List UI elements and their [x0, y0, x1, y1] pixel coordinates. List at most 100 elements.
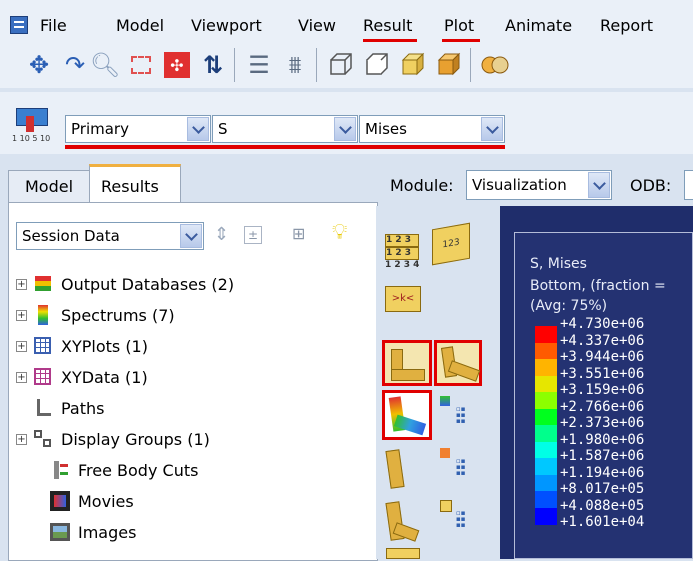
pan-icon[interactable]: ✥ — [24, 50, 54, 80]
legend-section-point: Bottom, (fraction = — [530, 278, 666, 294]
menu-report[interactable]: Report — [600, 16, 653, 35]
contour-options-icon[interactable]: ▫▪ ▪▪ ▪▪ — [438, 396, 478, 436]
plot-undeformed-button[interactable] — [382, 340, 432, 386]
arrow-symbol-icon[interactable]: >k< — [385, 286, 421, 312]
hidden-line-icon[interactable] — [362, 50, 392, 80]
menu-file-label: File — [40, 16, 67, 35]
tree-item-paths[interactable]: Paths — [16, 395, 104, 421]
plot-material-orientations-icon[interactable] — [384, 500, 420, 546]
tree-item-label: Output Databases (2) — [61, 274, 235, 294]
overlay-icon[interactable] — [480, 50, 510, 80]
legend-swatch — [535, 342, 557, 360]
plot-deformed-button[interactable] — [434, 340, 482, 386]
plot-contours-button[interactable] — [382, 390, 432, 440]
tree-item-label: Paths — [61, 398, 105, 418]
plot-symbols-icon[interactable] — [384, 448, 420, 492]
odb-select[interactable] — [684, 170, 693, 200]
toolbar-separator — [316, 48, 317, 82]
tab-results[interactable]: Results — [89, 164, 181, 203]
numbering-icon[interactable]: 1 2 3 1 2 3 1 2 3 4 — [385, 234, 421, 270]
session-data-select[interactable]: Session Data — [16, 222, 204, 250]
collapse-all-icon[interactable]: ± — [244, 226, 262, 244]
tree-item-output-databases[interactable]: + Output Databases (2) — [16, 271, 234, 297]
chevron-down-icon[interactable] — [187, 117, 209, 141]
legend-value: +4.088e+05 — [560, 497, 645, 514]
tree-item-label: Images — [78, 522, 137, 542]
menu-model[interactable]: Model — [116, 16, 164, 35]
orientation-options-icon[interactable]: ▫▪ ▪▪ ▪▪ — [438, 500, 478, 540]
chevron-down-icon[interactable] — [334, 117, 356, 141]
tree-item-label: Free Body Cuts — [78, 460, 199, 480]
filter-icon[interactable]: ⊞ — [292, 224, 305, 243]
menu-viewport[interactable]: Viewport — [191, 16, 262, 35]
tab-model[interactable]: Model — [8, 170, 90, 202]
menu-file[interactable]: File — [40, 16, 67, 35]
legend-swatch — [535, 375, 557, 393]
paths-icon — [33, 398, 53, 418]
legend-swatch — [535, 441, 557, 459]
parallel-icon[interactable]: ☰ — [244, 50, 274, 80]
expand-icon[interactable]: + — [16, 278, 27, 290]
variable-select[interactable]: S — [212, 115, 358, 143]
tree-item-label: Spectrums (7) — [61, 305, 175, 325]
legend-value: +3.944e+06 — [560, 349, 645, 365]
rotate-icon[interactable]: ↷ — [60, 50, 90, 80]
legend-value: +1.601e+04 — [560, 514, 645, 530]
expand-icon[interactable]: + — [16, 371, 27, 383]
box-zoom-icon[interactable] — [126, 50, 156, 80]
cycle-views-icon[interactable]: ⇅ — [198, 50, 228, 80]
legend-swatch — [535, 425, 557, 442]
menu-report-label: Report — [600, 16, 654, 35]
tree-item-xydata[interactable]: + XYData (1) — [16, 364, 148, 390]
wireframe-icon[interactable] — [326, 50, 356, 80]
tree-item-xyplots[interactable]: + XYPlots (1) — [16, 333, 148, 359]
tree-item-movies[interactable]: Movies — [16, 488, 134, 514]
module-select[interactable]: Visualization — [466, 170, 612, 200]
tree-item-spectrums[interactable]: + Spectrums (7) — [16, 302, 175, 328]
menu-result[interactable]: Result — [363, 16, 412, 35]
tab-results-label: Results — [101, 177, 159, 196]
menu-view[interactable]: View — [298, 16, 336, 35]
chevron-down-icon[interactable] — [481, 117, 503, 141]
step-select-value: Primary — [71, 120, 129, 138]
toolbar-separator — [470, 48, 471, 82]
display-groups-icon — [33, 429, 53, 449]
expand-icon[interactable]: + — [16, 309, 27, 321]
output-databases-icon — [33, 274, 53, 294]
expand-icon[interactable]: + — [16, 433, 27, 445]
component-select[interactable]: Mises — [359, 115, 505, 143]
perspective-icon[interactable]: ⩩ — [280, 50, 310, 80]
menu-plot[interactable]: Plot — [444, 16, 474, 35]
tree-item-label: Display Groups (1) — [61, 429, 210, 449]
module-label: Module: — [390, 176, 454, 195]
numbering-3d-icon[interactable]: 123 — [432, 222, 470, 266]
more-tools-icon[interactable] — [386, 548, 420, 559]
menu-model-label: Model — [116, 16, 165, 35]
menu-plot-label: Plot — [444, 16, 475, 35]
tree-item-label: XYData (1) — [61, 367, 148, 387]
shaded-icon[interactable] — [434, 50, 464, 80]
chevron-down-icon[interactable] — [180, 224, 202, 248]
menu-animate[interactable]: Animate — [505, 16, 572, 35]
legend-value: +2.373e+06 — [560, 415, 645, 431]
legend-swatch — [535, 507, 557, 525]
xydata-icon — [33, 367, 53, 387]
tree-item-label: XYPlots (1) — [61, 336, 148, 356]
tree-item-display-groups[interactable]: + Display Groups (1) — [16, 426, 210, 452]
chevron-down-icon[interactable] — [588, 172, 610, 198]
step-select[interactable]: Primary — [65, 115, 211, 143]
field-output-icon[interactable]: 1 10 5 10 — [12, 104, 56, 144]
filled-icon[interactable] — [398, 50, 428, 80]
symbol-options-icon[interactable]: ▫▪ ▪▪ ▪▪ — [438, 448, 478, 488]
auto-fit-icon[interactable]: ✣ — [162, 50, 192, 80]
sort-icon[interactable]: ⇕ — [214, 224, 229, 245]
lightbulb-icon[interactable]: 💡︎ — [332, 220, 347, 245]
tree-item-label: Movies — [78, 491, 134, 511]
tree-item-images[interactable]: Images — [16, 519, 136, 545]
legend-value: +1.980e+06 — [560, 431, 645, 448]
movies-icon — [50, 491, 70, 511]
expand-icon[interactable]: + — [16, 340, 27, 352]
zoom-icon[interactable]: 🔍︎ — [90, 50, 120, 80]
legend-value: +1.194e+06 — [560, 464, 645, 481]
tree-item-free-body-cuts[interactable]: Free Body Cuts — [16, 457, 198, 483]
